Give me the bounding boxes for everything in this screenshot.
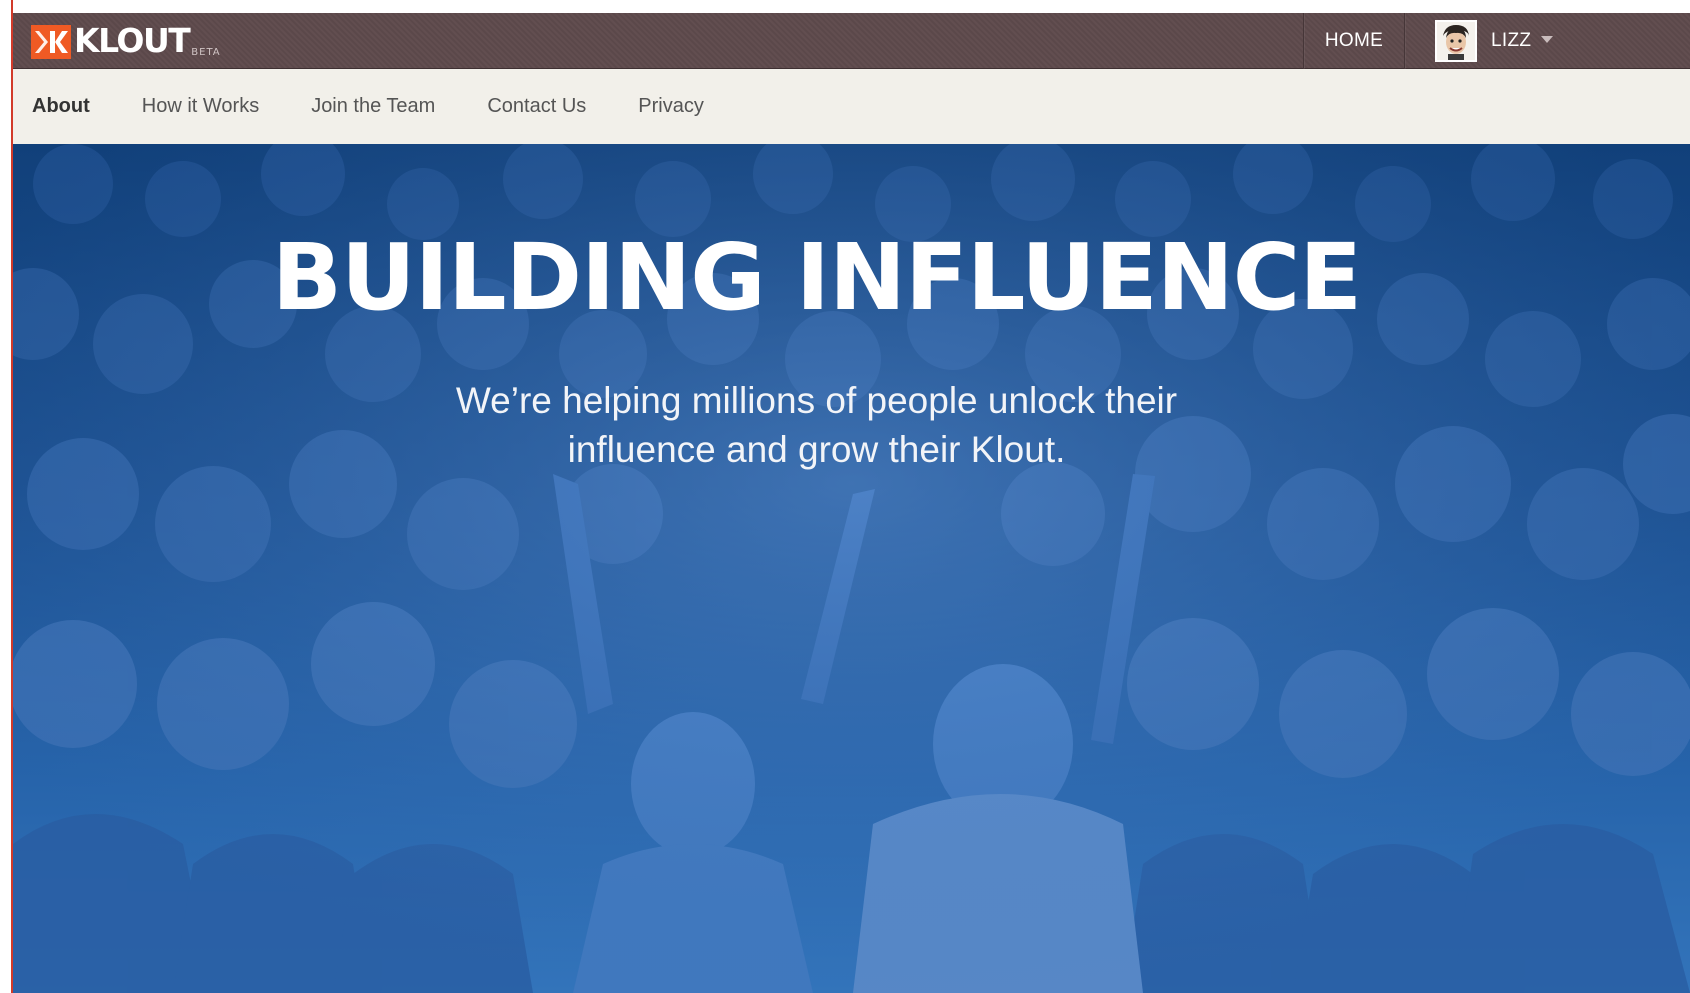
subnav-contact-us[interactable]: Contact Us	[487, 95, 586, 118]
avatar	[1435, 20, 1477, 62]
hero-subtitle-line-2: influence and grow their Klout.	[567, 429, 1066, 470]
user-name: LIZZ	[1491, 30, 1532, 51]
chevron-down-icon	[1541, 36, 1554, 43]
about-subnav: About How it Works Join the Team Contact…	[13, 69, 1690, 144]
hero-banner: BUILDING INFLUENCE We’re helping million…	[13, 144, 1690, 993]
top-nav-right: HOME LIZZ	[1303, 13, 1554, 69]
page: KLOUT BETA HOME LIZZ About How it Works …	[13, 13, 1690, 993]
klout-logo-icon	[31, 25, 71, 59]
hero-subtitle-line-1: We’re helping millions of people unlock …	[455, 380, 1178, 421]
subnav-how-it-works[interactable]: How it Works	[142, 95, 259, 118]
subnav-join-the-team[interactable]: Join the Team	[311, 95, 435, 118]
logo-wordmark: KLOUT	[74, 21, 191, 60]
klout-logo[interactable]: KLOUT BETA	[31, 21, 221, 60]
hero-subtitle: We’re helping millions of people unlock …	[353, 376, 1280, 474]
subnav-about[interactable]: About	[32, 95, 90, 118]
user-menu[interactable]: LIZZ	[1405, 13, 1554, 69]
window-edge	[11, 0, 13, 993]
top-bar: KLOUT BETA HOME LIZZ	[13, 13, 1690, 69]
hero-title: BUILDING INFLUENCE	[271, 224, 1362, 331]
beta-tag: BETA	[191, 47, 221, 58]
subnav-privacy[interactable]: Privacy	[638, 95, 704, 118]
home-link[interactable]: HOME	[1303, 13, 1405, 69]
